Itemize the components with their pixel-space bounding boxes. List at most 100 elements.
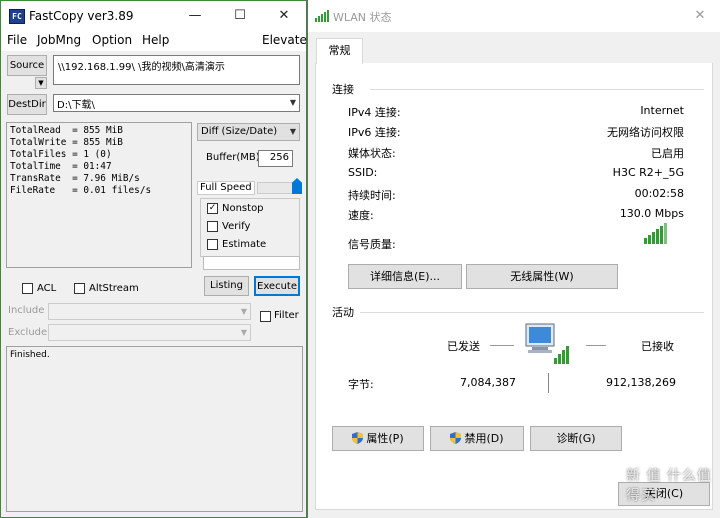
signal-quality-label: 信号质量: <box>348 238 396 251</box>
connection-row-label: IPv6 连接: <box>348 126 401 139</box>
uac-shield-icon <box>450 432 462 444</box>
connection-row-value: H3C R2+_5G <box>612 166 684 179</box>
nonstop-label: Nonstop <box>222 203 264 214</box>
dest-path-value: D:\下载\ <box>57 100 95 111</box>
stats-panel: TotalRead = 855 MiB TotalWrite = 855 MiB T… <box>6 122 192 268</box>
connection-row-value: 00:02:58 <box>634 187 684 200</box>
exclude-label: Exclude <box>8 327 48 338</box>
connection-row-label: 媒体状态: <box>348 147 396 160</box>
maximize-button[interactable]: ☐ <box>218 5 262 27</box>
log-text: Finished. <box>10 350 50 360</box>
fastcopy-title: FastCopy ver3.89 <box>29 9 134 23</box>
menu-option[interactable]: Option <box>92 33 132 47</box>
chevron-down-icon: ▼ <box>240 328 247 337</box>
details-button[interactable]: 详细信息(E)... <box>348 264 462 289</box>
listing-button[interactable]: Listing <box>204 276 249 296</box>
source-path-field[interactable]: \\192.168.1.99\ \我的视频\高清演示 <box>53 55 300 85</box>
include-combo[interactable]: ▼ <box>48 303 251 320</box>
altstream-label: AltStream <box>89 283 139 294</box>
received-label: 已接收 <box>641 340 674 353</box>
network-computer-icon <box>525 323 569 364</box>
connection-row-label: IPv4 连接: <box>348 106 401 119</box>
chevron-down-icon: ▼ <box>240 307 247 316</box>
sent-line <box>490 345 514 346</box>
wireless-properties-button[interactable]: 无线属性(W) <box>466 264 618 289</box>
buffer-input[interactable]: 256 <box>258 150 293 167</box>
fastcopy-menubar: File JobMng Option Help Elevate <box>1 31 307 51</box>
execute-button[interactable]: Execute <box>254 276 300 296</box>
connection-row-value: 130.0 Mbps <box>619 207 684 220</box>
stat-total-read: TotalRead = 855 MiB <box>10 125 123 136</box>
filter-label: Filter <box>274 310 299 321</box>
sent-label: 已发送 <box>447 340 480 353</box>
connection-row-label: 持续时间: <box>348 189 396 202</box>
bytes-label: 字节: <box>348 378 374 391</box>
connection-row-label: 速度: <box>348 209 374 222</box>
chevron-down-icon: ▼ <box>289 127 296 136</box>
menu-elevate[interactable]: Elevate <box>262 33 307 47</box>
mode-select[interactable]: Diff (Size/Date) ▼ <box>197 123 300 141</box>
disable-button-label: 禁用(D) <box>464 432 504 445</box>
wlan-titlebar[interactable]: WLAN 状态 ✕ <box>308 0 720 32</box>
source-button[interactable]: Source <box>7 55 47 76</box>
speed-slider-thumb[interactable] <box>292 178 302 194</box>
acl-checkbox[interactable] <box>22 283 33 294</box>
connection-row-label: SSID: <box>348 166 378 179</box>
estimate-label: Estimate <box>222 239 267 250</box>
menu-jobmng[interactable]: JobMng <box>37 33 81 47</box>
signal-bars-icon <box>644 223 667 244</box>
activity-header: 活动 <box>332 306 354 319</box>
close-button[interactable]: ✕ <box>262 5 306 27</box>
received-line <box>586 345 606 346</box>
minimize-button[interactable]: — <box>173 5 217 27</box>
dest-path-combo[interactable]: D:\下载\ ▼ <box>53 94 300 112</box>
connection-header: 连接 <box>332 83 354 96</box>
wlan-title: WLAN 状态 <box>333 11 392 24</box>
disable-button[interactable]: 禁用(D) <box>430 426 524 451</box>
stat-total-files: TotalFiles = 1 (0) <box>10 149 112 160</box>
properties-button-label: 属性(P) <box>366 432 404 445</box>
chevron-down-icon: ▼ <box>289 98 296 107</box>
wifi-signal-icon <box>315 10 329 22</box>
fastcopy-titlebar[interactable]: FC FastCopy ver3.89 — ☐ ✕ <box>1 1 306 31</box>
filter-checkbox[interactable] <box>260 311 271 322</box>
source-dropdown-button[interactable]: ▼ <box>35 77 47 89</box>
buffer-label: Buffer(MB) <box>206 152 260 163</box>
log-area[interactable]: Finished. <box>6 346 303 512</box>
diagnose-button[interactable]: 诊断(G) <box>530 426 622 451</box>
verify-checkbox[interactable] <box>207 221 218 232</box>
bytes-separator <box>548 373 549 393</box>
estimate-checkbox[interactable] <box>207 239 218 250</box>
chevron-down-icon: ▼ <box>38 79 44 87</box>
speed-label: Full Speed <box>197 181 255 195</box>
tab-general[interactable]: 常规 <box>316 38 363 64</box>
exclude-combo[interactable]: ▼ <box>48 324 251 341</box>
destdir-button[interactable]: DestDir <box>7 94 47 115</box>
fastcopy-app-icon: FC <box>9 9 25 24</box>
nonstop-checkbox[interactable]: ✓ <box>207 203 218 214</box>
properties-button[interactable]: 属性(P) <box>332 426 424 451</box>
stat-file-rate: FileRate = 0.01 files/s <box>10 185 152 196</box>
wlan-close-button[interactable]: ✕ <box>678 5 720 27</box>
wlan-status-window: WLAN 状态 ✕ 常规 连接 IPv4 连接: Internet IPv6 连接:… <box>308 0 720 518</box>
connection-row-value: 无网络访问权限 <box>607 126 684 139</box>
mode-value: Diff (Size/Date) <box>201 126 278 137</box>
speed-slider[interactable] <box>257 178 302 194</box>
menu-help[interactable]: Help <box>142 33 169 47</box>
stat-total-write: TotalWrite = 855 MiB <box>10 137 123 148</box>
stat-total-time: TotalTime = 01:47 <box>10 161 112 172</box>
connection-row-value: Internet <box>640 104 684 117</box>
bytes-sent-value: 7,084,387 <box>460 376 516 389</box>
verify-label: Verify <box>222 221 251 232</box>
connection-row-value: 已启用 <box>651 147 684 160</box>
altstream-checkbox[interactable] <box>74 283 85 294</box>
menu-file[interactable]: File <box>7 33 27 47</box>
stat-trans-rate: TransRate = 7.96 MiB/s <box>10 173 140 184</box>
uac-shield-icon <box>352 432 364 444</box>
bytes-received-value: 912,138,269 <box>606 376 676 389</box>
fastcopy-window: FC FastCopy ver3.89 — ☐ ✕ File JobMng Op… <box>0 0 307 518</box>
activity-divider <box>360 312 704 313</box>
connection-divider <box>370 89 704 90</box>
acl-label: ACL <box>37 283 57 294</box>
watermark: 新 值 什么值得买 <box>626 468 712 504</box>
